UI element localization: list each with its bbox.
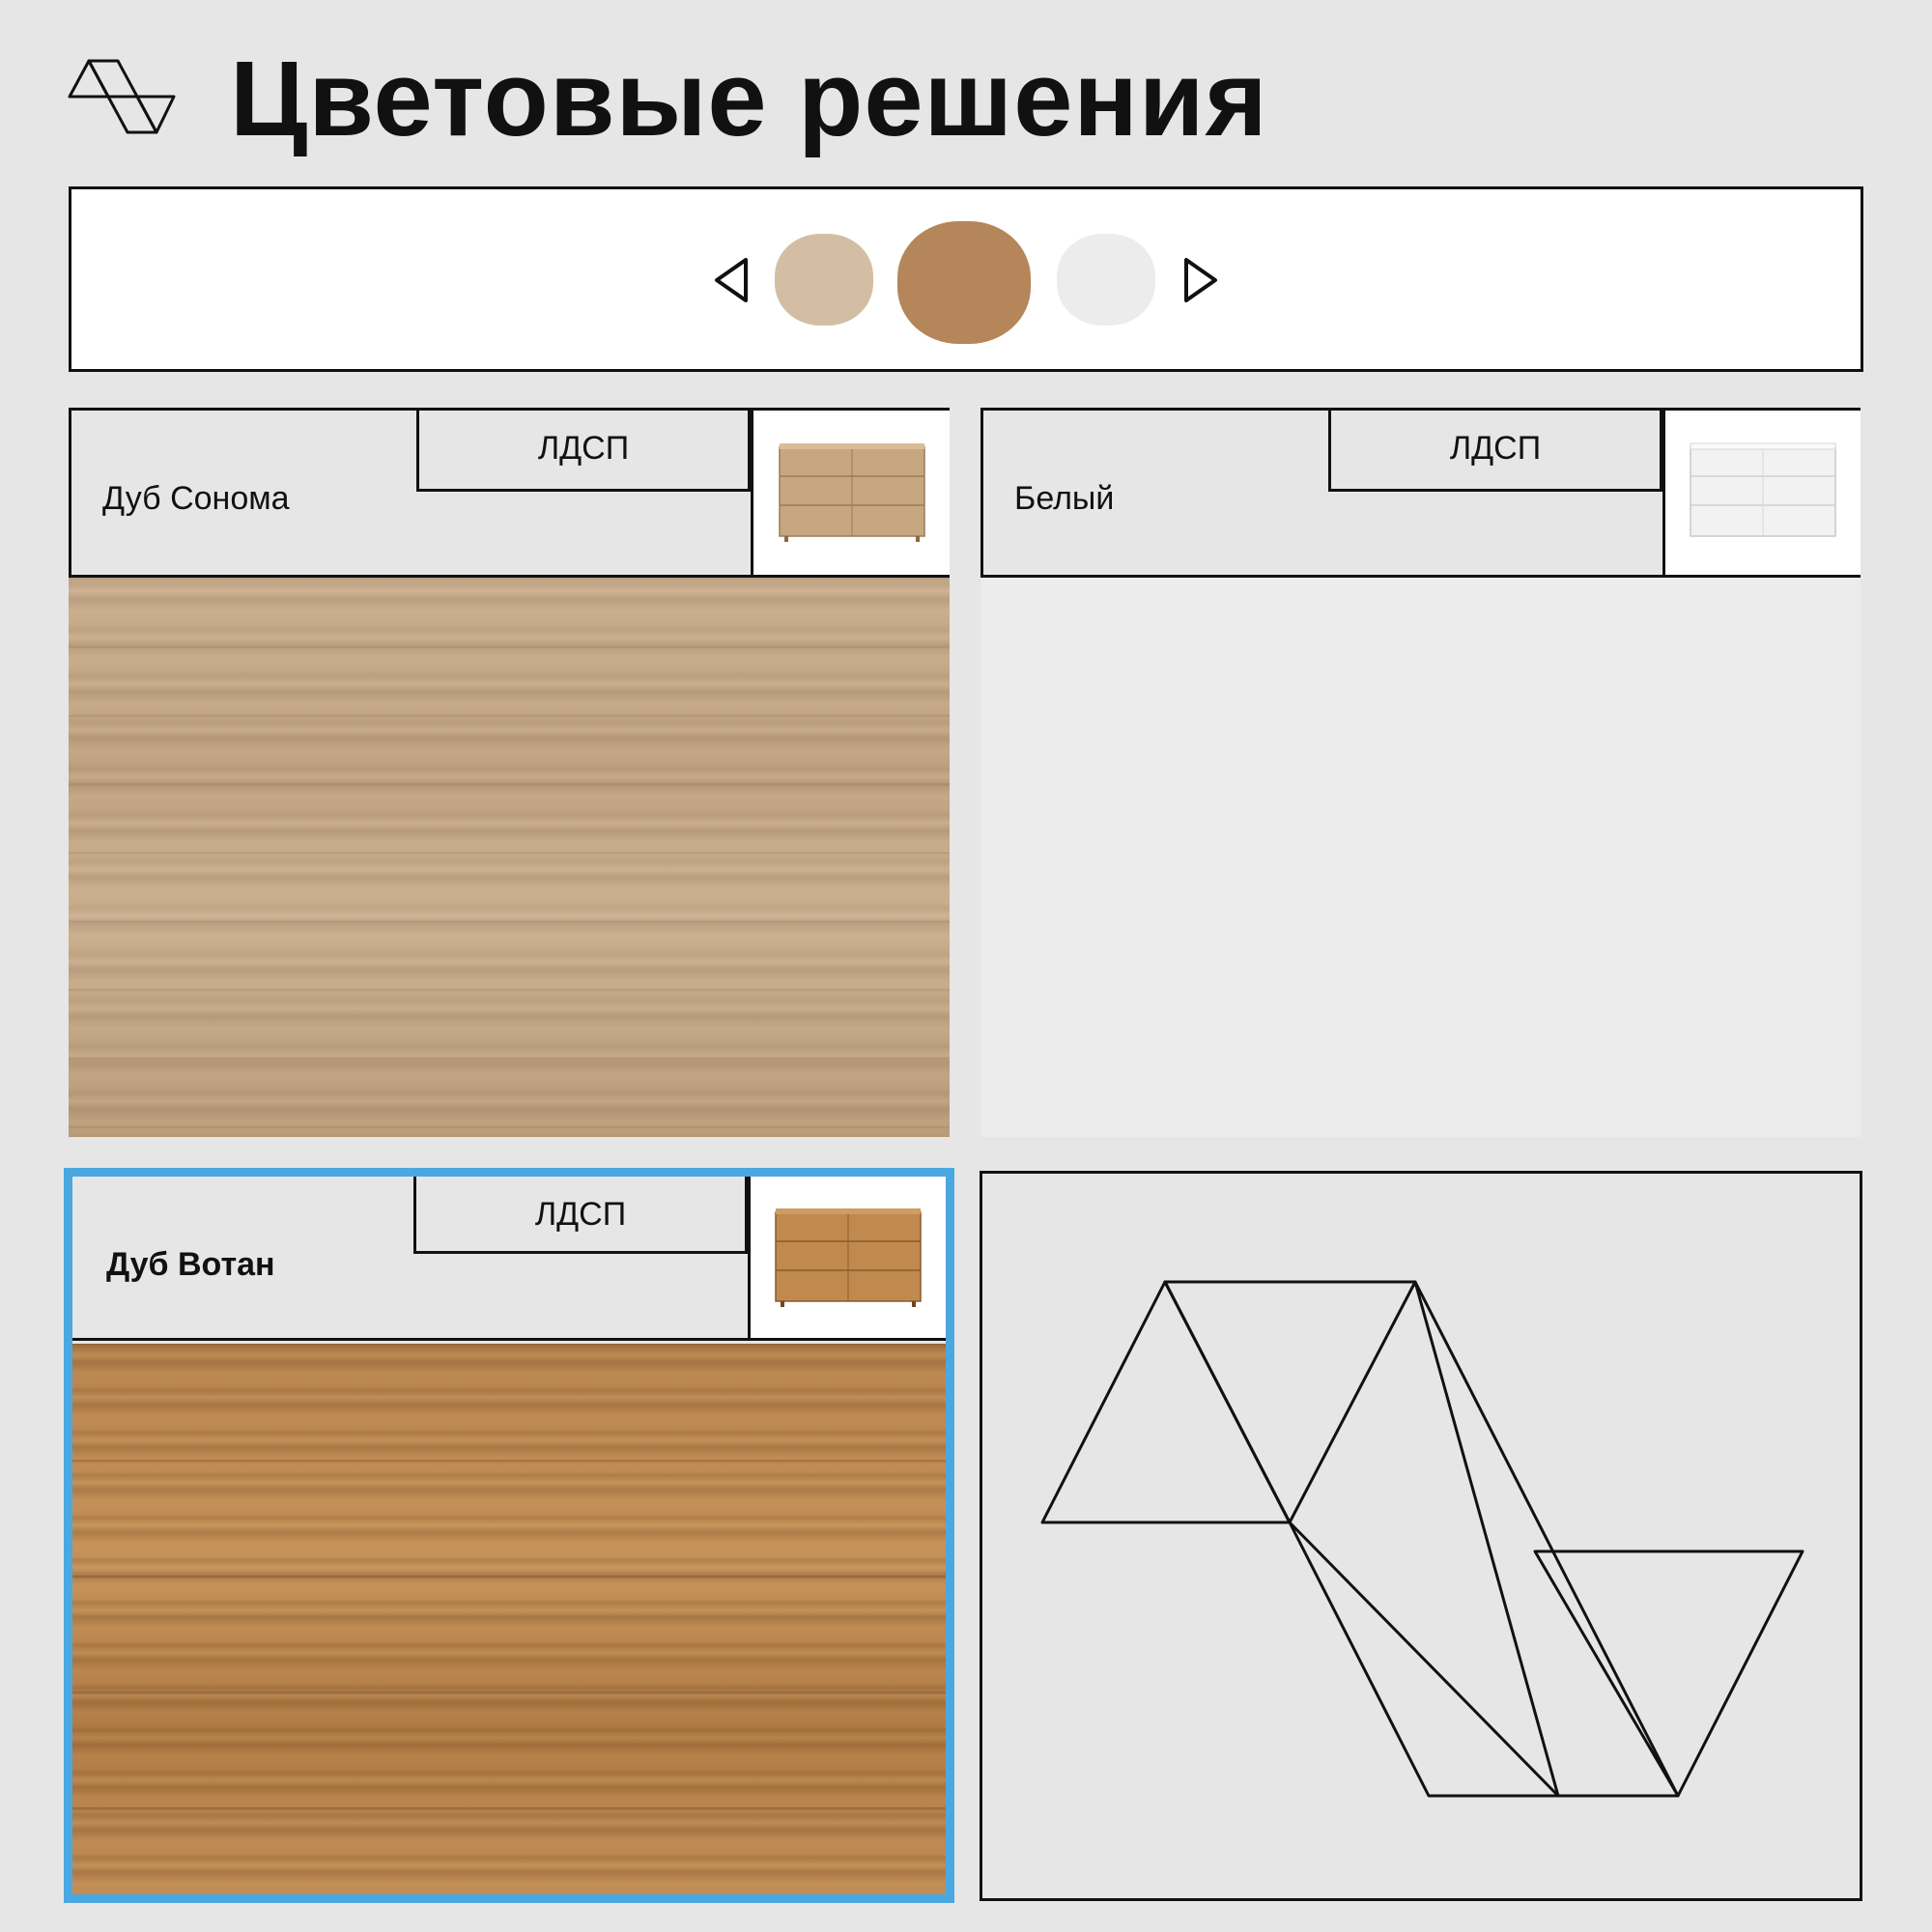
swatch-dub-sonoma[interactable] xyxy=(775,234,873,326)
triangles-logo-icon xyxy=(68,59,176,134)
selected-card-outline xyxy=(64,1168,954,1903)
wood-texture-sample xyxy=(69,578,950,1137)
dresser-icon xyxy=(1690,442,1836,537)
product-thumbnail xyxy=(751,411,950,575)
page-title: Цветовые решения xyxy=(230,40,1268,158)
card-title: Дуб Сонома xyxy=(102,480,290,517)
card-white[interactable]: Белый ЛДСП xyxy=(980,408,1861,1137)
swatch-dub-votan[interactable] xyxy=(897,221,1031,344)
dresser-icon xyxy=(778,443,925,542)
material-label: ЛДСП xyxy=(416,411,751,492)
color-texture-sample xyxy=(980,578,1861,1137)
swatch-white[interactable] xyxy=(1057,234,1155,326)
product-thumbnail xyxy=(1662,411,1861,575)
triangle-left-icon[interactable] xyxy=(713,256,752,304)
decorative-panel xyxy=(980,1171,1862,1901)
triangles-pattern-icon xyxy=(1040,1280,1804,1798)
card-header: Дуб Сонома ЛДСП xyxy=(69,408,950,578)
triangle-right-icon[interactable] xyxy=(1180,256,1219,304)
card-dub-sonoma[interactable]: Дуб Сонома ЛДСП xyxy=(69,408,950,1137)
material-label: ЛДСП xyxy=(1328,411,1662,492)
card-title: Белый xyxy=(1014,480,1115,517)
card-header: Белый ЛДСП xyxy=(980,408,1861,578)
